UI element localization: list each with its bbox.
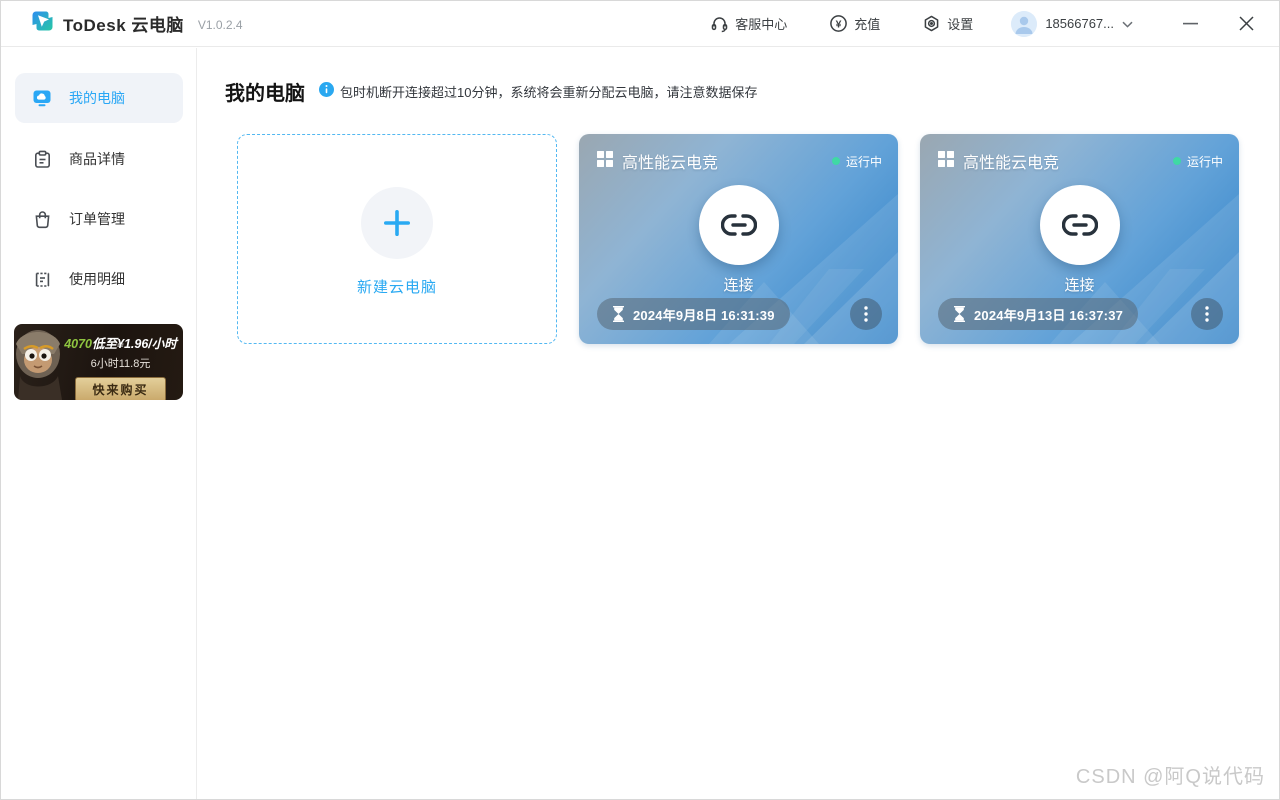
avatar <box>1011 11 1037 37</box>
more-options-button[interactable] <box>850 298 882 330</box>
more-options-button[interactable] <box>1191 298 1223 330</box>
card-header: 高性能云电竞 运行中 <box>579 134 898 173</box>
yuan-coin-icon: ¥ <box>829 14 848 33</box>
new-cloud-computer-label: 新建云电脑 <box>238 276 556 297</box>
status-badge: 运行中 <box>1173 153 1223 170</box>
minimize-button[interactable] <box>1175 9 1205 39</box>
link-icon <box>721 211 757 239</box>
titlebar: ToDesk 云电脑 V1.0.2.4 客服中心 <box>1 1 1279 47</box>
kebab-menu-icon <box>1205 306 1209 322</box>
titlebar-actions: 客服中心 ¥ 充值 <box>668 9 1261 39</box>
new-cloud-computer-card[interactable]: 新建云电脑 <box>237 134 557 344</box>
support-center-button[interactable]: 客服中心 <box>710 14 787 33</box>
brand: ToDesk 云电脑 V1.0.2.4 <box>31 9 243 38</box>
todesk-logo-icon <box>31 9 55 38</box>
machine-card: 高性能云电竞 运行中 连接 <box>579 134 898 344</box>
machine-name: 高性能云电竞 <box>963 149 1059 173</box>
connect-label[interactable]: 连接 <box>920 274 1239 295</box>
machine-card: 高性能云电竞 运行中 连接 <box>920 134 1239 344</box>
expiry-timestamp: 2024年9月8日 16:31:39 <box>633 305 775 324</box>
support-center-label: 客服中心 <box>735 14 787 33</box>
sidebar-label: 商品详情 <box>69 149 125 169</box>
info-icon <box>319 82 334 102</box>
settings-button[interactable]: 设置 <box>922 14 973 33</box>
sidebar-item-usage-details[interactable]: 使用明细 <box>15 254 183 304</box>
notice-text: 包时机断开连接超过10分钟，系统将会重新分配云电脑，请注意数据保存 <box>340 82 757 101</box>
link-icon <box>1062 211 1098 239</box>
recharge-label: 充值 <box>854 14 880 33</box>
connect-button[interactable] <box>1040 185 1120 265</box>
expiry-timestamp: 2024年9月13日 16:37:37 <box>974 305 1123 324</box>
app-window: ToDesk 云电脑 V1.0.2.4 客服中心 <box>0 0 1280 800</box>
chevron-down-icon <box>1122 15 1133 33</box>
receipt-icon <box>31 268 53 290</box>
svg-text:¥: ¥ <box>836 19 842 30</box>
cloud-computer-icon <box>31 87 53 109</box>
status-dot <box>1173 157 1181 165</box>
shopping-bag-icon <box>31 208 53 230</box>
plus-icon[interactable] <box>361 187 433 259</box>
promo-buy-button[interactable]: 快来购买 <box>75 377 165 400</box>
status-badge: 运行中 <box>832 153 882 170</box>
connect-label[interactable]: 连接 <box>579 274 898 295</box>
status-label: 运行中 <box>846 153 882 170</box>
page-title: 我的电脑 <box>225 77 305 106</box>
gear-icon <box>922 14 941 33</box>
card-header: 高性能云电竞 运行中 <box>920 134 1239 173</box>
status-label: 运行中 <box>1187 153 1223 170</box>
promo-tagline: 4070低至¥1.96/小时 <box>64 333 177 352</box>
main-content: 我的电脑 包时机断开连接超过10分钟，系统将会重新分配云电脑，请注意数据保存 <box>198 48 1279 799</box>
hourglass-icon <box>953 306 966 322</box>
promo-text: 4070低至¥1.96/小时 6小时11.8元 快来购买 <box>64 333 177 400</box>
sidebar-label: 使用明细 <box>69 269 125 289</box>
machine-name: 高性能云电竞 <box>622 149 718 173</box>
clipboard-icon <box>31 148 53 170</box>
notice: 包时机断开连接超过10分钟，系统将会重新分配云电脑，请注意数据保存 <box>319 82 757 102</box>
headset-icon <box>710 14 729 33</box>
sidebar-item-order-management[interactable]: 订单管理 <box>15 194 183 244</box>
recharge-button[interactable]: ¥ 充值 <box>829 14 880 33</box>
app-title: ToDesk 云电脑 <box>63 11 184 36</box>
close-button[interactable] <box>1231 9 1261 39</box>
machine-cards-row: 新建云电脑 高性能云电竞 <box>237 134 1239 344</box>
sidebar-label: 订单管理 <box>69 209 125 229</box>
expiry-time-pill: 2024年9月8日 16:31:39 <box>597 298 790 330</box>
sidebar: 我的电脑 商品详情 订单管理 <box>1 48 197 799</box>
expiry-time-pill: 2024年9月13日 16:37:37 <box>938 298 1138 330</box>
sidebar-item-my-computer[interactable]: 我的电脑 <box>15 73 183 123</box>
promo-banner[interactable]: 4070低至¥1.96/小时 6小时11.8元 快来购买 <box>14 324 183 400</box>
page-header: 我的电脑 包时机断开连接超过10分钟，系统将会重新分配云电脑，请注意数据保存 <box>225 77 757 106</box>
status-dot <box>832 157 840 165</box>
username: 18566767... <box>1045 16 1114 31</box>
connect-button[interactable] <box>699 185 779 265</box>
sidebar-item-product-details[interactable]: 商品详情 <box>15 134 183 184</box>
user-account-menu[interactable]: 18566767... <box>1011 11 1133 37</box>
app-version: V1.0.2.4 <box>198 18 243 32</box>
watermark: CSDN @阿Q说代码 <box>1076 760 1265 789</box>
sidebar-label: 我的电脑 <box>69 88 125 108</box>
windows-grid-icon <box>597 151 613 172</box>
windows-grid-icon <box>938 151 954 172</box>
settings-label: 设置 <box>947 14 973 33</box>
kebab-menu-icon <box>864 306 868 322</box>
promo-subline: 6小时11.8元 <box>64 355 177 371</box>
hourglass-icon <box>612 306 625 322</box>
